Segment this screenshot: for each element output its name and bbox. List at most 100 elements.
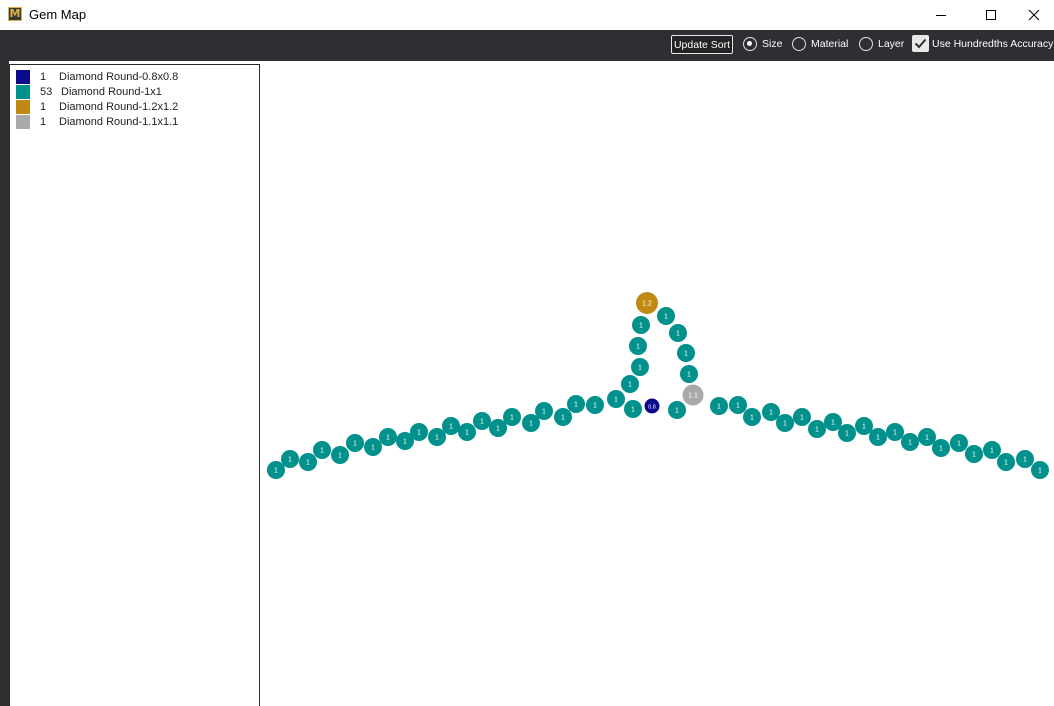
gem-size-label: 1 [990,448,994,455]
app-logo-icon: M [8,7,22,21]
gem-size-label: 1 [306,460,310,467]
gem-size-label: 1 [893,430,897,437]
gem-size-label: 1 [972,452,976,459]
gem-marker[interactable]: 1 [869,428,887,446]
gem-marker[interactable]: 1 [629,337,647,355]
close-button[interactable] [1014,0,1054,30]
gem-marker[interactable]: 1 [458,423,476,441]
gem-marker[interactable]: 1 [267,461,285,479]
gem-marker[interactable]: 1 [657,307,675,325]
gem-marker[interactable]: 1 [918,428,936,446]
legend-item[interactable]: 1 Diamond Round-1.2x1.2 [16,100,256,115]
gem-marker[interactable]: 1 [535,402,553,420]
gem-size-label: 1 [664,314,668,321]
gem-marker[interactable]: 1 [631,358,649,376]
gem-marker[interactable]: 1 [313,441,331,459]
gem-marker[interactable]: 1 [680,365,698,383]
color-swatch [16,100,30,114]
gem-marker[interactable]: 1 [489,419,507,437]
gem-marker[interactable]: 1 [950,434,968,452]
gem-marker[interactable]: 1 [677,344,695,362]
gem-marker[interactable]: 1.1 [682,384,704,406]
gem-marker[interactable]: 1 [567,395,585,413]
gem-marker[interactable]: 1 [997,453,1015,471]
gem-marker[interactable]: 1 [901,433,919,451]
update-sort-button[interactable]: Update Sort [671,35,733,54]
gem-size-label: 1 [593,403,597,410]
gem-marker[interactable]: 1 [729,396,747,414]
gem-marker[interactable]: 1 [710,397,728,415]
gem-marker[interactable]: 1 [824,413,842,431]
gem-size-label: 1 [675,408,679,415]
gem-size-label: 1 [876,435,880,442]
gem-marker[interactable]: 1 [632,316,650,334]
gem-size-label: 1 [638,365,642,372]
gem-size-label: 1 [636,344,640,351]
gem-marker[interactable]: 1 [586,396,604,414]
legend-item[interactable]: 1 Diamond Round-0.8x0.8 [16,70,256,85]
gem-marker[interactable]: 1 [442,417,460,435]
legend-item[interactable]: 53 Diamond Round-1x1 [16,85,256,100]
gem-marker[interactable]: 1 [331,446,349,464]
left-margin [0,61,9,706]
minimize-button[interactable] [918,0,964,30]
gem-size-label: 1.2 [642,301,652,308]
sort-layer-radio[interactable] [859,37,873,51]
gem-marker[interactable]: 1 [607,390,625,408]
gem-marker[interactable]: 1 [299,453,317,471]
legend-count: 1 [40,71,47,83]
gem-marker[interactable]: 1 [886,423,904,441]
gem-size-label: 1 [496,426,500,433]
gem-marker[interactable]: 1 [410,423,428,441]
gem-marker[interactable]: 1 [743,408,761,426]
legend-name: Diamond Round-1.2x1.2 [59,101,179,113]
gem-marker[interactable]: 1 [983,441,1001,459]
gem-marker[interactable]: 1 [793,408,811,426]
gem-size-label: 1 [435,435,439,442]
gem-marker[interactable]: 1 [838,424,856,442]
gem-marker[interactable]: 1 [624,400,642,418]
gem-marker[interactable]: 1 [1031,461,1049,479]
gem-size-label: 1 [845,431,849,438]
gem-marker[interactable]: 1 [855,417,873,435]
sort-material-radio[interactable] [792,37,806,51]
gem-marker[interactable]: 1 [965,445,983,463]
gem-marker[interactable]: 1 [281,450,299,468]
gem-size-label: 1 [925,435,929,442]
gem-size-label: 1 [403,439,407,446]
hundredths-accuracy-checkbox[interactable] [912,35,929,52]
gem-marker[interactable]: 0.8 [644,398,660,414]
sort-layer-label: Layer [878,38,905,50]
gem-size-label: 1 [957,441,961,448]
gem-size-label: 1 [614,397,618,404]
gem-marker[interactable]: 1 [379,428,397,446]
gem-size-label: 1 [750,415,754,422]
gem-marker[interactable]: 1 [346,434,364,452]
gem-marker[interactable]: 1 [473,412,491,430]
gem-marker[interactable]: 1 [621,375,639,393]
maximize-icon [986,10,996,20]
gem-map-canvas[interactable]: 1 1 1 1 1 1 1 1 1 1 1 1 1 1 1 1 1 1 1 1 1 1 1 1 1 1 1 0.8 1.2 1 1 1 1 1.1… [261,61,1050,706]
gem-marker[interactable]: 1 [776,414,794,432]
legend-item[interactable]: 1 Diamond Round-1.1x1.1 [16,115,256,130]
gem-marker[interactable]: 1 [669,324,687,342]
gem-size-label: 1 [736,403,740,410]
gem-marker[interactable]: 1 [503,408,521,426]
gem-marker[interactable]: 1 [364,438,382,456]
gem-size-label: 1 [542,409,546,416]
gem-marker[interactable]: 1 [808,420,826,438]
sort-size-radio[interactable] [743,37,757,51]
gem-marker[interactable]: 1 [762,403,780,421]
gem-marker[interactable]: 1 [932,439,950,457]
gem-marker[interactable]: 1 [1016,450,1034,468]
gem-size-label: 1 [783,421,787,428]
gem-size-label: 1 [1004,460,1008,467]
maximize-button[interactable] [968,0,1014,30]
gem-size-label: 1 [676,331,680,338]
gem-size-label: 1 [800,415,804,422]
gem-marker[interactable]: 1 [668,401,686,419]
gem-marker[interactable]: 1 [554,408,572,426]
gem-marker[interactable]: 1 [428,428,446,446]
gem-marker[interactable]: 1.2 [636,292,658,314]
gem-size-label: 1 [1023,457,1027,464]
